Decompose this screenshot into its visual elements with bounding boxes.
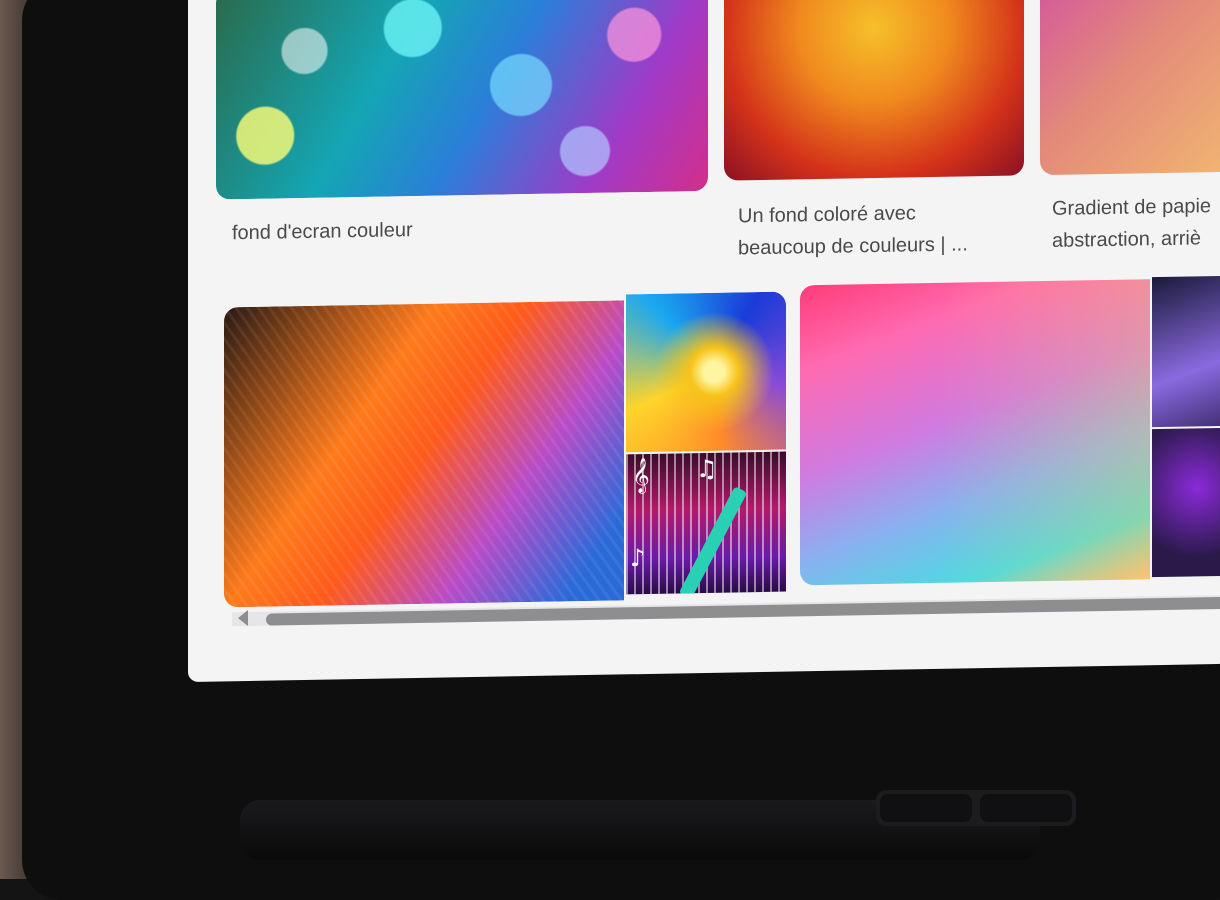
caption-line-2[interactable]: beaucoup de couleurs | ... [738, 228, 968, 264]
image-result-swirl[interactable] [626, 291, 786, 453]
caption-fond-ecran[interactable]: fond d'ecran couleur [232, 214, 413, 249]
guitar-icon [678, 486, 748, 595]
hardware-button-right[interactable] [980, 794, 1072, 822]
image-result-portrait-bottom[interactable] [1152, 427, 1220, 578]
image-result-rainbow-gradient[interactable] [800, 279, 1150, 586]
chevron-left-icon[interactable] [238, 609, 248, 627]
image-result-light-streaks[interactable] [224, 300, 624, 608]
music-note-icon: ♪ [630, 544, 646, 573]
caption-line-1[interactable]: Gradient de papie [1052, 190, 1211, 225]
image-result-portrait-top[interactable] [1152, 275, 1220, 428]
image-result-music[interactable]: 𝄞 ♫ ♪ [626, 451, 786, 595]
treble-clef-icon: 𝄞 [632, 457, 650, 494]
photo-scene: fond d'ecran couleur Un fond coloré avec… [0, 0, 1220, 900]
image-result-warm-gradient[interactable] [724, 0, 1024, 181]
hardware-button-left[interactable] [880, 794, 972, 822]
caption-gradient-papier[interactable]: Gradient de papie abstraction, arriè [1052, 190, 1211, 257]
caption-link[interactable]: fond d'ecran couleur [232, 219, 413, 244]
caption-fond-colore[interactable]: Un fond coloré avec beaucoup de couleurs… [738, 196, 968, 264]
caption-line-1[interactable]: Un fond coloré avec [738, 196, 968, 232]
music-note-icon: ♫ [696, 454, 718, 484]
browser-screen: fond d'ecran couleur Un fond coloré avec… [188, 0, 1220, 682]
image-result-pastel-gradient[interactable] [1040, 0, 1220, 176]
hardware-buttons [876, 790, 1076, 826]
caption-line-2[interactable]: abstraction, arriè [1052, 222, 1211, 257]
image-result-bokeh[interactable] [216, 0, 708, 200]
